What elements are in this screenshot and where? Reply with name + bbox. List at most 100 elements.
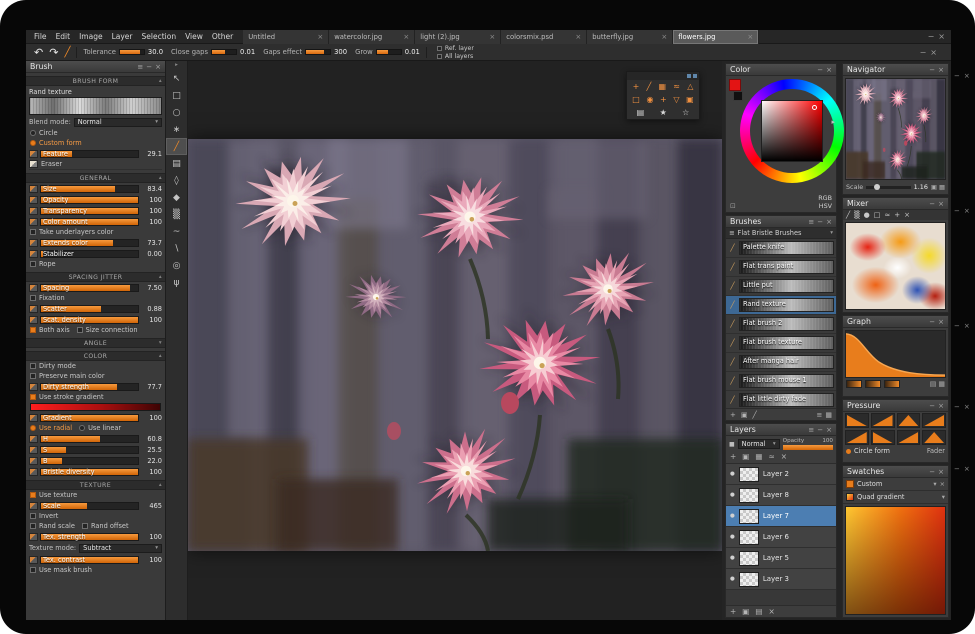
panel-close-icon[interactable]: ×: [938, 318, 944, 326]
checkbox[interactable]: Use mask brush: [30, 565, 161, 575]
brush-list-item[interactable]: ╱ Flat trans paint: [726, 258, 836, 277]
section-header-texture[interactable]: TEXTURE▴: [26, 480, 165, 490]
document-tab[interactable]: Untitled ×: [243, 30, 329, 44]
slider-track[interactable]: Gradient: [40, 414, 139, 422]
brush-list-item[interactable]: ╱ Flat little dirty fade: [726, 391, 836, 408]
menu-item[interactable]: File: [34, 32, 47, 41]
panel-collapse-icon[interactable]: −: [954, 72, 960, 80]
tool-option-checkbox[interactable]: All layers: [437, 53, 474, 60]
slider-row[interactable]: S 25.5: [26, 444, 165, 455]
dock-icon[interactable]: [687, 74, 691, 78]
checkbox[interactable]: Rope: [30, 259, 161, 269]
mix-brush-tool[interactable]: ▤: [166, 155, 187, 172]
slider-row[interactable]: H 60.8: [26, 433, 165, 444]
slider-row[interactable]: Tex. contrast 100: [26, 554, 165, 565]
pressure-preset-name[interactable]: Circle form: [854, 447, 890, 455]
slider-track[interactable]: Scatter: [40, 305, 139, 313]
menu-item[interactable]: Image: [79, 32, 103, 41]
quick-tool-icon[interactable]: ▦: [659, 81, 667, 92]
checkbox[interactable]: Rand scale: [30, 521, 75, 531]
layer-op-icon[interactable]: ≈: [768, 452, 774, 461]
expand-icon[interactable]: ▸: [831, 118, 835, 126]
document-tab[interactable]: watercolor.jpg ×: [329, 30, 415, 44]
zoom-slider[interactable]: [866, 186, 910, 189]
checkbox[interactable]: Dirty mode: [30, 361, 161, 371]
eraser-tool[interactable]: ◊: [166, 172, 187, 189]
panel-collapse-icon[interactable]: −: [954, 465, 960, 473]
panel-close-icon[interactable]: ×: [964, 207, 970, 215]
pen-icon[interactable]: ╱: [753, 411, 757, 419]
brush-list-item[interactable]: ╱ Rand texture: [726, 296, 836, 315]
chevron-down-icon[interactable]: ▾: [942, 493, 945, 501]
parameter-slider[interactable]: [305, 49, 331, 55]
panel-close-icon[interactable]: ×: [826, 426, 832, 434]
pressure-curve-cell[interactable]: [871, 430, 895, 445]
layer-row[interactable]: ● Layer 7: [726, 506, 836, 527]
slider-track[interactable]: Stabilizer: [40, 250, 139, 258]
panel-collapse-icon[interactable]: −: [954, 322, 960, 330]
parameter-slider[interactable]: [376, 49, 402, 55]
layer-opacity-slider[interactable]: Opacity 100: [783, 438, 833, 450]
panel-collapse-icon[interactable]: −: [954, 207, 960, 215]
slider-track[interactable]: Tex. strength: [40, 533, 139, 541]
slider-track[interactable]: Size: [40, 185, 139, 193]
close-icon[interactable]: ×: [940, 480, 945, 488]
strip-expand-icon[interactable]: ▸: [166, 62, 187, 70]
layer-op-icon[interactable]: +: [730, 452, 736, 461]
mixer-tool-icon[interactable]: ×: [904, 211, 910, 219]
layer-row[interactable]: ● Layer 6: [726, 527, 836, 548]
grid-icon[interactable]: ▦: [939, 183, 945, 191]
eyedropper-tool[interactable]: ∖: [166, 240, 187, 257]
layer-op-icon[interactable]: ×: [781, 452, 787, 461]
curve-preset-chip[interactable]: [884, 380, 900, 388]
mixer-tool-icon[interactable]: ≈: [884, 211, 890, 219]
slider-row[interactable]: Gradient 100: [26, 412, 165, 423]
slider-row[interactable]: Size 83.4: [26, 183, 165, 194]
section-header-color[interactable]: COLOR▴: [26, 351, 165, 361]
curve-preset-chip[interactable]: [865, 380, 881, 388]
tool-parameter[interactable]: Grow 0.01: [355, 48, 420, 56]
menu-item[interactable]: Layer: [112, 32, 133, 41]
panel-minimize-icon[interactable]: −: [929, 66, 935, 74]
canvas-area[interactable]: +╱▦≈△ □◉+▽▣ ▤★☆: [188, 61, 722, 620]
tab-close-icon[interactable]: ×: [317, 33, 323, 41]
panel-minimize-icon[interactable]: −: [929, 200, 935, 208]
color-picker-dot[interactable]: [812, 105, 817, 110]
checkbox[interactable]: Take underlayers color: [30, 227, 161, 237]
radio-option[interactable]: Use linear: [79, 423, 121, 433]
checkbox[interactable]: Fixation: [30, 293, 161, 303]
panel-close-icon[interactable]: ×: [964, 72, 970, 80]
radio-option[interactable]: Use radial: [30, 423, 72, 433]
layer-visibility-icon[interactable]: ●: [730, 534, 735, 540]
lasso-tool[interactable]: ○: [166, 104, 187, 121]
quad-gradient-picker[interactable]: [845, 506, 946, 615]
slider-track[interactable]: B: [40, 457, 139, 465]
checkbox[interactable]: Rand offset: [82, 521, 129, 531]
slider-track[interactable]: Transparency: [40, 207, 139, 215]
layer-row[interactable]: ● Layer 5: [726, 548, 836, 569]
panel-close-icon[interactable]: ×: [155, 63, 161, 71]
quick-tool-icon[interactable]: ◉: [646, 94, 653, 105]
slider-row[interactable]: Opacity 100: [26, 194, 165, 205]
tab-close-icon[interactable]: ×: [661, 33, 667, 41]
slider-track[interactable]: Scat. density: [40, 316, 139, 324]
layer-op-icon[interactable]: ▣: [742, 452, 749, 461]
panel-minimize-icon[interactable]: −: [146, 63, 152, 71]
quick-tool-icon[interactable]: □: [632, 94, 640, 105]
document-tab[interactable]: light (2).jpg ×: [415, 30, 501, 44]
move-tool[interactable]: ↖: [166, 70, 187, 87]
layer-row[interactable]: ● Layer 2: [726, 464, 836, 485]
minimize-icon[interactable]: −: [928, 32, 935, 41]
section-header-spacing[interactable]: SPACING JITTER▴: [26, 272, 165, 282]
grid-view-icon[interactable]: ▦: [825, 411, 832, 419]
slider-row[interactable]: Stabilizer 0.00: [26, 248, 165, 259]
document-tab[interactable]: butterfly.jpg ×: [587, 30, 673, 44]
quick-tool-icon[interactable]: ▽: [673, 94, 679, 105]
quick-tool-icon[interactable]: ╱: [647, 81, 652, 92]
rows-icon[interactable]: ▤: [930, 380, 937, 388]
texture-mode-select[interactable]: Texture mode: Subtract▾: [26, 542, 165, 554]
zoom-slider-handle[interactable]: [874, 184, 880, 190]
transform-tool[interactable]: □: [166, 87, 187, 104]
redo-icon[interactable]: ↷: [49, 47, 58, 58]
mixing-area[interactable]: [845, 222, 946, 310]
